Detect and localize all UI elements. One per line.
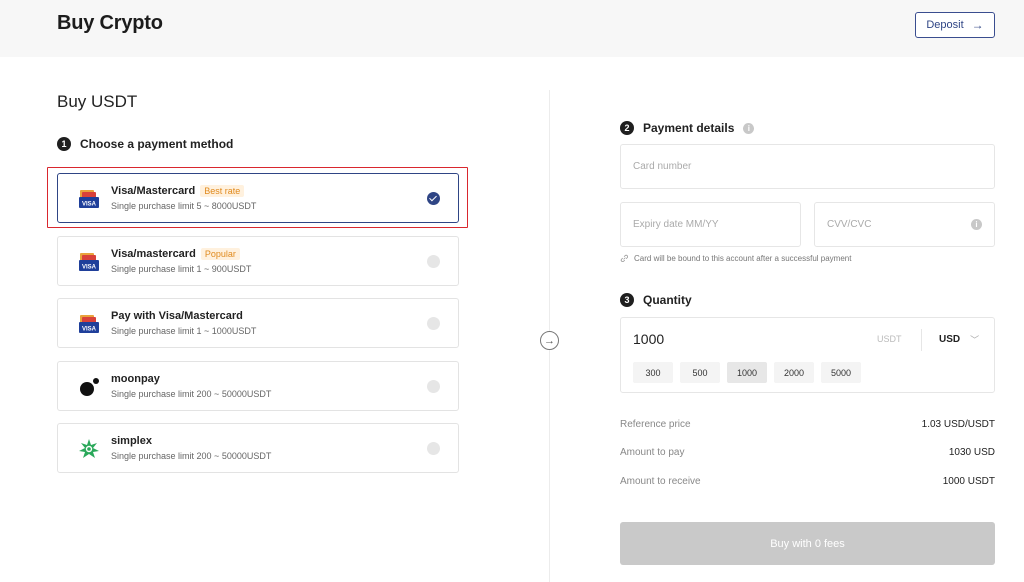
radio-button[interactable] (427, 442, 440, 455)
payment-method-name: Pay with Visa/Mastercard (111, 310, 243, 322)
payment-method-limit: Single purchase limit 5 ~ 8000USDT (111, 201, 257, 211)
quantity-unit: USDT (877, 334, 902, 344)
cvv-field[interactable]: CVV/CVC i (814, 202, 995, 247)
radio-button[interactable] (427, 255, 440, 268)
deposit-button[interactable]: Deposit → (915, 12, 995, 38)
step-quantity: 3 Quantity (620, 293, 692, 307)
step-label: Choose a payment method (80, 137, 234, 151)
method-name-text: Pay with Visa/Mastercard (111, 310, 243, 322)
amount-chip[interactable]: 2000 (774, 362, 814, 383)
payment-method-name: Visa/mastercard Popular (111, 248, 240, 260)
card-bind-note: Card will be bound to this account after… (620, 254, 851, 263)
summary-label: Reference price (620, 419, 691, 430)
step-number-2: 2 (620, 121, 634, 135)
popular-badge: Popular (200, 248, 240, 260)
payment-method-visa-mastercard-popular[interactable]: VISA Visa/mastercard Popular Single purc… (57, 236, 459, 286)
selected-check-icon[interactable] (427, 192, 440, 205)
method-name-text: Visa/mastercard (111, 248, 196, 260)
radio-button[interactable] (427, 380, 440, 393)
payment-method-limit: Single purchase limit 1 ~ 1000USDT (111, 326, 257, 336)
method-name-text: Visa/Mastercard (111, 185, 196, 197)
method-name-text: moonpay (111, 373, 160, 385)
info-icon[interactable]: i (971, 219, 982, 230)
payment-method-limit: Single purchase limit 1 ~ 900USDT (111, 264, 252, 274)
amount-chip[interactable]: 300 (633, 362, 673, 383)
payment-method-simplex[interactable]: simplex Single purchase limit 200 ~ 5000… (57, 423, 459, 473)
step-label: Quantity (643, 293, 692, 307)
buy-button[interactable]: Buy with 0 fees (620, 522, 995, 565)
visa-card-icon: VISA (79, 253, 99, 271)
method-name-text: simplex (111, 435, 152, 447)
card-bind-note-text: Card will be bound to this account after… (634, 254, 852, 263)
moonpay-icon (80, 378, 99, 396)
payment-method-pay-with-visa-mastercard[interactable]: VISA Pay with Visa/Mastercard Single pur… (57, 298, 459, 348)
step-number-1: 1 (57, 137, 71, 151)
arrow-right-circle-icon[interactable]: → (540, 331, 559, 350)
quantity-box: 1000 USDT USD ﹀ 300 500 1000 2000 5000 (620, 317, 995, 393)
visa-card-icon: VISA (79, 315, 99, 333)
summary-value: 1000 USDT (942, 476, 995, 487)
radio-button[interactable] (427, 317, 440, 330)
page-title: Buy Crypto (57, 12, 163, 34)
svg-text:VISA: VISA (82, 202, 97, 208)
deposit-label: Deposit (926, 19, 964, 31)
simplex-icon (79, 439, 99, 458)
summary-value: 1030 USD (948, 447, 995, 458)
amount-chip[interactable]: 500 (680, 362, 720, 383)
payment-method-limit: Single purchase limit 200 ~ 50000USDT (111, 389, 272, 399)
page-header: Buy Crypto Deposit → (0, 0, 1024, 57)
currency-label: USD (939, 334, 961, 345)
payment-method-name: Visa/Mastercard Best rate (111, 185, 245, 197)
step-choose-payment: 1 Choose a payment method (57, 137, 233, 151)
link-icon (620, 254, 629, 263)
card-number-field[interactable]: Card number (620, 144, 995, 189)
quantity-input[interactable]: 1000 (633, 331, 664, 347)
amount-chip[interactable]: 5000 (821, 362, 861, 383)
arrow-right-icon: → (971, 18, 984, 32)
info-icon[interactable]: i (743, 122, 755, 134)
visa-card-icon: VISA (79, 190, 99, 208)
payment-method-limit: Single purchase limit 200 ~ 50000USDT (111, 451, 272, 461)
summary-amount-to-pay: Amount to pay 1030 USD (620, 447, 995, 458)
step-payment-details: 2 Payment details i (620, 121, 755, 135)
section-title: Buy USDT (57, 92, 138, 111)
summary-label: Amount to receive (620, 476, 701, 487)
payment-method-name: moonpay (111, 373, 160, 385)
payment-method-name: simplex (111, 435, 152, 447)
chevron-down-icon: ﹀ (970, 335, 980, 345)
cvv-placeholder: CVV/CVC (827, 219, 872, 230)
summary-amount-to-receive: Amount to receive 1000 USDT (620, 476, 995, 487)
summary-reference-price: Reference price 1.03 USD/USDT (620, 419, 995, 430)
summary-label: Amount to pay (620, 447, 685, 458)
currency-select[interactable]: USD ﹀ (939, 333, 979, 346)
step-label: Payment details (643, 121, 735, 135)
quantity-separator (921, 329, 922, 351)
payment-method-visa-mastercard-best-rate[interactable]: VISA Visa/Mastercard Best rate Single pu… (57, 173, 459, 223)
svg-text:VISA: VISA (82, 265, 97, 271)
summary-value: 1.03 USD/USDT (921, 419, 995, 430)
svg-text:VISA: VISA (82, 327, 97, 333)
amount-chip-active[interactable]: 1000 (727, 362, 767, 383)
quick-amount-chips: 300 500 1000 2000 5000 (633, 362, 861, 383)
payment-method-moonpay[interactable]: moonpay Single purchase limit 200 ~ 5000… (57, 361, 459, 411)
expiry-date-field[interactable]: Expiry date MM/YY (620, 202, 801, 247)
step-number-3: 3 (620, 293, 634, 307)
best-rate-badge: Best rate (200, 185, 245, 197)
